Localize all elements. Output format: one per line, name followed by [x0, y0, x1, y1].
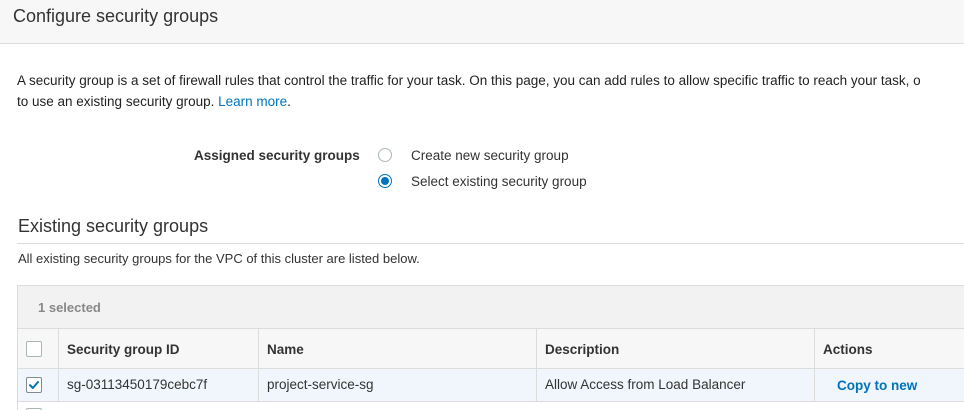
- cell-name: project-service-sg: [259, 369, 537, 402]
- section-divider: [17, 243, 964, 244]
- security-group-name-value: project-service-sg: [267, 377, 374, 392]
- copy-to-new-link[interactable]: Copy to new: [837, 378, 917, 393]
- radio-select-existing-security-group[interactable]: Select existing security group: [378, 172, 587, 190]
- cell-description: Allow Access from Load Balancer: [537, 369, 815, 402]
- column-header-actions: Actions: [815, 329, 964, 369]
- cell-actions: Copy to new: [815, 369, 964, 402]
- column-header-actions-label: Actions: [823, 342, 873, 357]
- radio-label-select-existing: Select existing security group: [411, 173, 587, 189]
- learn-more-link[interactable]: Learn more: [218, 94, 287, 109]
- security-groups-table: 1 selected Security group ID Name Descri…: [17, 285, 964, 410]
- row-checkbox[interactable]: [26, 377, 42, 393]
- row-select-cell: [18, 369, 59, 402]
- page-title: Configure security groups: [13, 6, 219, 26]
- existing-security-groups-title: Existing security groups: [18, 216, 209, 236]
- security-group-description-value: Allow Access from Load Balancer: [545, 377, 746, 392]
- column-header-name[interactable]: Name: [259, 329, 537, 369]
- select-all-checkbox[interactable]: [26, 341, 42, 357]
- table-row-partial: [18, 402, 964, 410]
- intro-line-2: to use an existing security group. Learn…: [17, 91, 964, 112]
- column-header-description-label: Description: [545, 342, 620, 357]
- radio-create-new-security-group[interactable]: Create new security group: [378, 146, 569, 164]
- radio-label-create-new: Create new security group: [411, 147, 569, 163]
- intro-line-2-suffix: .: [287, 94, 291, 109]
- security-group-id-value: sg-03113450179cebc7f: [67, 377, 208, 392]
- column-header-name-label: Name: [267, 342, 304, 357]
- page-header: Configure security groups: [0, 0, 964, 44]
- intro-line-2-prefix: to use an existing security group.: [17, 94, 219, 109]
- table-toolbar: 1 selected: [18, 286, 964, 329]
- column-header-security-group-id[interactable]: Security group ID: [59, 329, 259, 369]
- intro-text: A security group is a set of firewall ru…: [17, 70, 964, 112]
- column-header-security-group-id-label: Security group ID: [67, 342, 180, 357]
- cell-security-group-id: sg-03113450179cebc7f: [59, 369, 259, 402]
- assigned-security-groups-label: Assigned security groups: [194, 148, 360, 163]
- radio-button-create-new[interactable]: [378, 148, 392, 162]
- radio-button-select-existing[interactable]: [378, 174, 392, 188]
- select-all-header-cell: [18, 329, 59, 369]
- check-icon: [29, 381, 39, 389]
- intro-line-1: A security group is a set of firewall ru…: [17, 73, 921, 88]
- existing-security-groups-description: All existing security groups for the VPC…: [18, 251, 420, 266]
- column-header-description[interactable]: Description: [537, 329, 815, 369]
- selected-count: 1 selected: [38, 300, 101, 315]
